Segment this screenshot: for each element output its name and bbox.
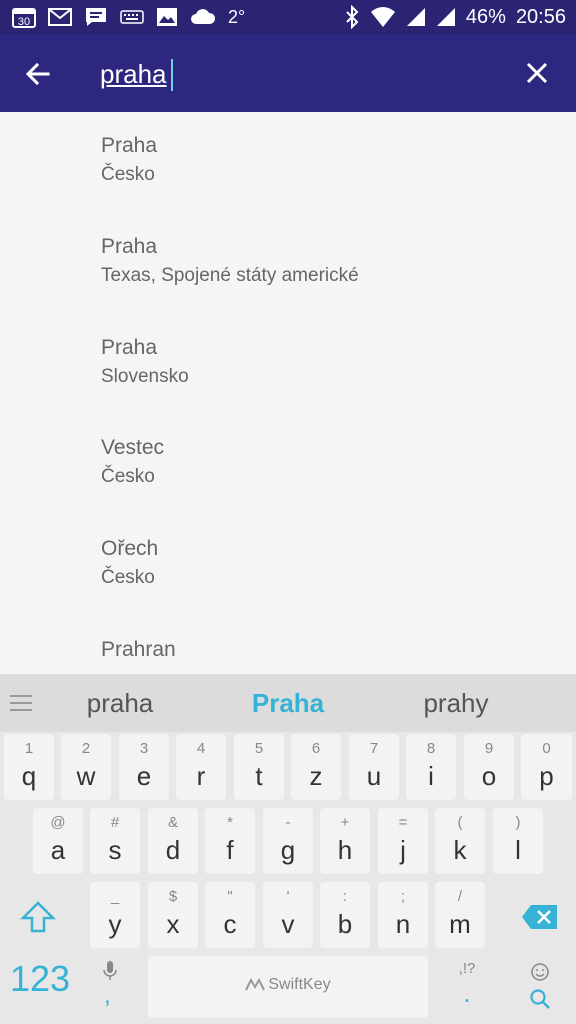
calendar-day: 30 [18,16,30,28]
result-item[interactable]: Prahran [0,616,576,674]
result-city: Praha [101,134,158,157]
key-m[interactable]: / m [435,882,485,948]
numbers-key[interactable]: 123 [0,944,80,1014]
bluetooth-icon [344,5,360,29]
result-city: Ořech [101,537,159,560]
menu-icon[interactable] [10,694,32,712]
key-j[interactable]: = j [378,808,428,874]
punctuation-key[interactable]: ,!? . [444,956,490,1018]
space-key[interactable]: SwiftKey [148,956,428,1018]
backspace-key[interactable] [512,886,568,948]
key-c[interactable]: " c [205,882,255,948]
key-b[interactable]: :b [320,882,370,948]
result-item[interactable]: Ořech Česko [0,515,576,615]
result-item[interactable]: Praha Slovensko [0,314,576,414]
key-y[interactable]: _ y [90,882,140,948]
signal-icon-2 [436,7,456,27]
result-item[interactable]: Vestec Česko [0,414,576,514]
key-h[interactable]: + h [320,808,370,874]
result-city: Praha [101,235,158,258]
emoji-icon [531,963,549,981]
key-k[interactable]: (k [435,808,485,874]
key-t[interactable]: 5t [234,734,284,800]
key-x[interactable]: $ x [148,882,198,948]
search-input[interactable] [100,54,480,94]
result-region: Česko [101,164,155,185]
suggestion-left[interactable]: praha [50,674,190,732]
gmail-icon [48,7,72,27]
signal-icon [406,7,426,27]
key-a[interactable]: @ a [33,808,83,874]
swiftkey-icon [245,977,266,991]
key-u[interactable]: 7u [349,734,399,800]
result-city: Vestec [101,436,165,459]
key-l[interactable]: ) l [493,808,543,874]
close-icon [526,62,548,84]
key-f[interactable]: * f [205,808,255,874]
image-icon [156,7,178,27]
keyboard: praha Praha prahy 1q 2w 3e 4r 5t 6z 7u 8… [0,674,576,1024]
clock: 20:56 [515,5,566,28]
key-e[interactable]: 3e [119,734,169,800]
key-o[interactable]: 9o [464,734,514,800]
shift-key[interactable] [12,886,64,948]
calendar-icon: 30 [12,6,36,28]
result-region: Česko [101,466,155,487]
key-n[interactable]: ; n [378,882,428,948]
result-region: Česko [101,567,155,588]
suggestion-right[interactable]: prahy [386,674,526,732]
suggestion-main[interactable]: Praha [218,674,358,732]
key-q[interactable]: 1q [4,734,54,800]
backspace-icon [522,905,557,929]
result-city: Prahran [101,638,176,661]
arrow-back-icon [25,62,50,86]
shift-icon [20,901,56,933]
key-s[interactable]: # s [90,808,140,874]
result-item[interactable]: Praha Česko [0,112,576,212]
text-cursor [171,59,173,91]
key-r[interactable]: 4r [176,734,226,800]
key-z[interactable]: 6z [291,734,341,800]
key-p[interactable]: 0p [521,734,572,800]
suggestion-bar: praha Praha prahy [0,674,576,732]
microphone-icon [103,961,117,980]
result-region: Texas, Spojené státy americké [101,265,359,286]
clear-button[interactable] [520,56,554,90]
search-icon [530,989,550,1009]
back-button[interactable] [20,56,56,92]
emoji-search-key[interactable] [520,956,560,1018]
key-i[interactable]: 8i [406,734,456,800]
battery-level: 46% [465,5,506,28]
wifi-icon [370,6,396,28]
key-w[interactable]: 2w [61,734,111,800]
search-toolbar [0,34,576,112]
temperature: 2° [228,6,246,27]
message-icon [84,6,108,28]
comma-label: , [104,982,111,1009]
key-d[interactable]: & d [148,808,198,874]
search-results: Praha Česko Praha Texas, Spojené státy a… [0,112,576,674]
keyboard-icon [120,9,144,25]
key-g[interactable]: -g [263,808,313,874]
key-v[interactable]: ' v [263,882,313,948]
result-region: Slovensko [101,366,189,387]
status-bar: 30 2° 46% 20:56 [0,0,576,34]
result-item[interactable]: Praha Texas, Spojené státy americké [0,213,576,313]
cloud-icon [190,8,216,26]
swiftkey-logo: SwiftKey [148,976,428,994]
result-city: Praha [101,336,158,359]
